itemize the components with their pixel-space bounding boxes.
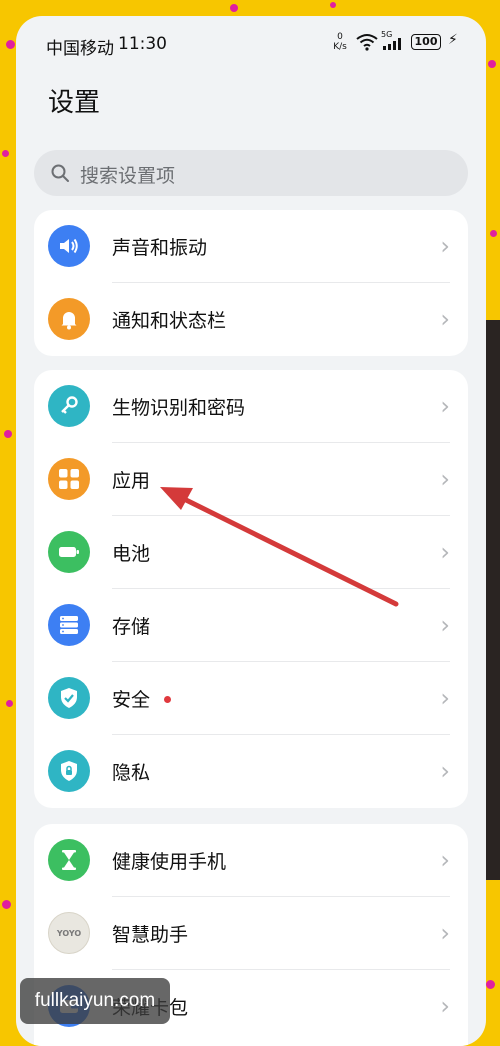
bg-dot <box>490 230 497 237</box>
bg-dot <box>6 40 15 49</box>
shield-check-icon <box>48 677 90 719</box>
battery-level: 100 <box>411 34 441 50</box>
chevron-right-icon: › <box>440 305 450 333</box>
search-placeholder: 搜索设置项 <box>80 165 176 187</box>
settings-item-label: 安全 <box>112 689 151 711</box>
status-bar: 中国移动 11:30 0 K/s 5G 100 ⚡ <box>16 16 486 72</box>
settings-item-label: 应用 <box>112 470 151 492</box>
charging-icon: ⚡ <box>448 32 458 48</box>
search-bar[interactable]: 搜索设置项 <box>34 150 468 196</box>
key-icon <box>48 385 90 427</box>
settings-item-digital-health[interactable]: 健康使用手机 › <box>34 824 468 897</box>
bell-icon <box>48 298 90 340</box>
settings-item-label: 生物识别和密码 <box>112 397 246 419</box>
settings-item-battery[interactable]: 电池 › <box>34 516 468 589</box>
lock-shield-icon <box>48 750 90 792</box>
signal-bars-icon <box>383 38 401 50</box>
settings-item-storage[interactable]: 存储 › <box>34 589 468 662</box>
settings-item-sound[interactable]: 声音和振动 › <box>34 210 468 283</box>
settings-group-1: 声音和振动 › 通知和状态栏 › <box>34 210 468 356</box>
settings-item-biometrics[interactable]: 生物识别和密码 › <box>34 370 468 443</box>
battery-icon <box>48 531 90 573</box>
storage-icon <box>48 604 90 646</box>
chevron-right-icon: › <box>440 919 450 947</box>
settings-item-label: 智慧助手 <box>112 924 189 946</box>
settings-item-apps[interactable]: 应用 › <box>34 443 468 516</box>
bg-dot <box>2 900 11 909</box>
page-title: 设置 <box>48 88 101 118</box>
settings-item-label: 通知和状态栏 <box>112 310 227 332</box>
yoyo-icon-text: YOYO <box>56 928 82 938</box>
bg-dot <box>4 430 12 438</box>
yoyo-icon: YOYO <box>48 912 90 954</box>
settings-item-label: 健康使用手机 <box>112 851 227 873</box>
settings-item-privacy[interactable]: 隐私 › <box>34 735 468 808</box>
network-speed: 0 K/s <box>330 32 350 52</box>
settings-item-assistant[interactable]: YOYO 智慧助手 › <box>34 897 468 970</box>
bg-dot <box>486 980 495 989</box>
wifi-icon <box>356 34 378 51</box>
carrier-name: 中国移动 <box>46 39 114 59</box>
search-icon <box>51 164 69 182</box>
notification-badge-dot <box>164 696 171 703</box>
speed-value: 0 <box>337 32 343 42</box>
phone-screen: 中国移动 11:30 0 K/s 5G 100 ⚡ 设置 搜索设置项 声音和振动… <box>16 16 486 1046</box>
chevron-right-icon: › <box>440 232 450 260</box>
bg-dot <box>488 60 496 68</box>
bg-dot <box>2 150 9 157</box>
chevron-right-icon: › <box>440 992 450 1020</box>
chevron-right-icon: › <box>440 611 450 639</box>
speaker-icon <box>48 225 90 267</box>
settings-item-security[interactable]: 安全 › <box>34 662 468 735</box>
bg-dot <box>230 4 238 12</box>
watermark: fullkaiyun.com <box>20 978 170 1024</box>
bg-dot <box>6 700 13 707</box>
apps-grid-icon <box>48 458 90 500</box>
chevron-right-icon: › <box>440 757 450 785</box>
chevron-right-icon: › <box>440 392 450 420</box>
speed-unit: K/s <box>333 42 347 52</box>
chevron-right-icon: › <box>440 538 450 566</box>
settings-item-label: 隐私 <box>112 762 151 784</box>
background-photo-edge <box>486 320 500 880</box>
chevron-right-icon: › <box>440 684 450 712</box>
settings-item-notifications[interactable]: 通知和状态栏 › <box>34 283 468 356</box>
settings-group-2: 生物识别和密码 › 应用 › 电池 › 存储 › 安全 › 隐私 › <box>34 370 468 808</box>
settings-item-label: 电池 <box>112 543 151 565</box>
chevron-right-icon: › <box>440 846 450 874</box>
settings-item-label: 存储 <box>112 616 151 638</box>
settings-item-label: 声音和振动 <box>112 237 208 259</box>
bg-dot <box>330 2 336 8</box>
status-time: 11:30 <box>118 34 167 54</box>
chevron-right-icon: › <box>440 465 450 493</box>
hourglass-icon <box>48 839 90 881</box>
